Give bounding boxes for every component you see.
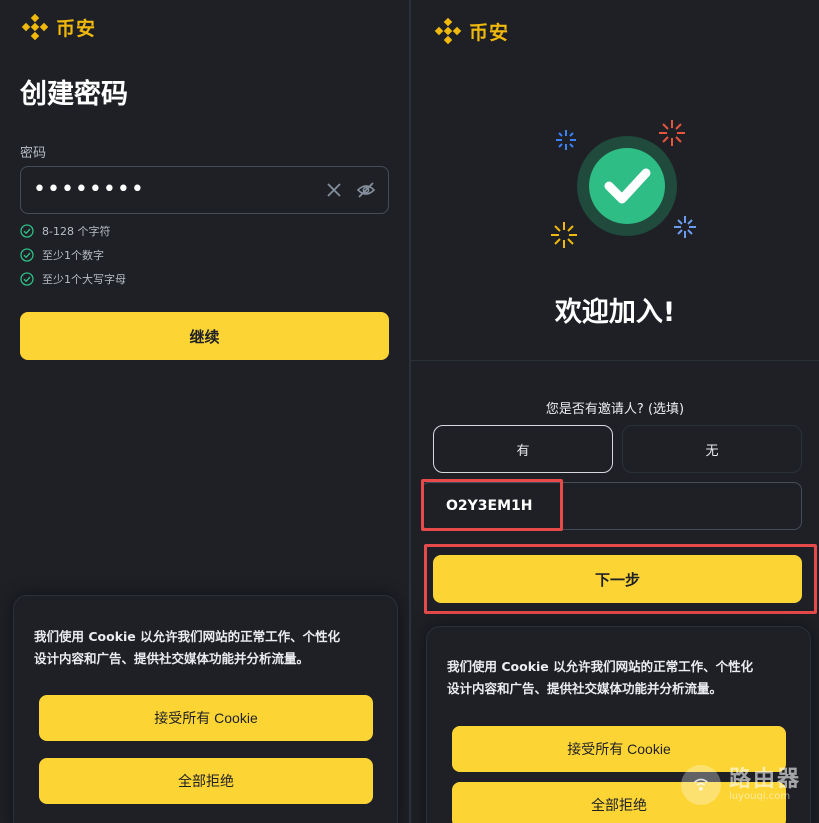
router-icon [680, 765, 721, 805]
password-value: •••••••• [33, 177, 145, 202]
check-circle-icon [20, 248, 34, 262]
watermark-url: luyouqi.com [728, 790, 791, 802]
binance-logo-icon [434, 17, 462, 45]
sparkle-icon [551, 222, 577, 248]
binance-logo-icon [21, 13, 49, 41]
brand-name: 币安 [469, 21, 510, 44]
section-divider [411, 360, 819, 361]
referral-code-input[interactable]: O2Y3EM1H [421, 482, 802, 530]
referral-no-button[interactable]: 无 [622, 425, 802, 473]
brand-name: 币安 [56, 17, 97, 40]
page-title: 创建密码 [20, 79, 128, 110]
cookie-text-line: 设计内容和广告、提供社交媒体功能并分析流量。 [34, 651, 310, 666]
referral-question: 您是否有邀请人? (选填) [545, 402, 685, 417]
sparkle-icon [659, 120, 685, 146]
accept-cookies-button[interactable]: 接受所有 Cookie [39, 695, 373, 741]
watermark-text: 路由器 [728, 766, 801, 792]
welcome-panel: 币安 欢迎加入! 您是否有邀请人? (选填) 有 无 O2Y3EM1H 下一步 … [411, 0, 819, 823]
referral-yes-button[interactable]: 有 [433, 425, 613, 473]
password-label: 密码 [20, 146, 47, 161]
binance-logo[interactable]: 币安 [20, 12, 96, 42]
watermark: 路由器 luyouqi.com [680, 765, 801, 805]
rule-uppercase: 至少1个大写字母 [20, 271, 126, 287]
rule-number: 至少1个数字 [20, 247, 104, 263]
rule-text: 8-128 个字符 [42, 225, 111, 238]
eye-off-icon[interactable] [356, 180, 376, 200]
sparkle-icon [556, 130, 576, 150]
continue-button[interactable]: 继续 [20, 312, 389, 360]
check-circle-icon [20, 272, 34, 286]
cookie-text-line: 我们使用 Cookie 以允许我们网站的正常工作、个性化 [34, 629, 341, 644]
success-check-illustration [551, 120, 696, 248]
create-password-panel: 币安 创建密码 密码 •••••••• 8-128 个字符 至少1个数字 至少1… [0, 0, 409, 823]
cookie-text-line: 我们使用 Cookie 以允许我们网站的正常工作、个性化 [447, 659, 754, 674]
check-circle-icon [20, 224, 34, 238]
rule-text: 至少1个数字 [42, 249, 104, 262]
rule-text: 至少1个大写字母 [42, 273, 126, 286]
reject-cookies-button[interactable]: 全部拒绝 [39, 758, 373, 804]
cookie-text-line: 设计内容和广告、提供社交媒体功能并分析流量。 [447, 681, 723, 696]
close-icon[interactable] [324, 180, 344, 200]
cookie-banner: 我们使用 Cookie 以允许我们网站的正常工作、个性化 设计内容和广告、提供社… [13, 595, 398, 823]
rule-length: 8-128 个字符 [20, 223, 110, 239]
sparkle-icon [674, 216, 696, 238]
cookie-text: 我们使用 Cookie 以允许我们网站的正常工作、个性化 设计内容和广告、提供社… [447, 656, 753, 700]
next-step-button[interactable]: 下一步 [433, 555, 802, 603]
password-field[interactable]: •••••••• [20, 166, 389, 214]
binance-logo[interactable]: 币安 [433, 16, 509, 46]
cookie-text: 我们使用 Cookie 以允许我们网站的正常工作、个性化 设计内容和广告、提供社… [34, 626, 340, 670]
welcome-title: 欢迎加入! [554, 297, 676, 328]
